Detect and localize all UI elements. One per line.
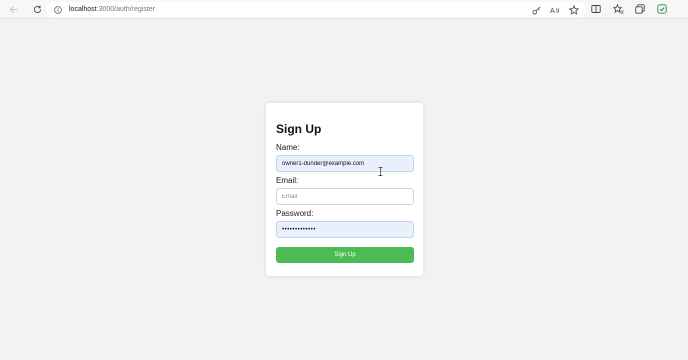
split-screen-icon[interactable] xyxy=(590,3,602,15)
url-path: :3000/auth/register xyxy=(96,6,156,13)
favorites-bar-icon[interactable] xyxy=(612,3,624,15)
text-cursor-icon xyxy=(378,163,383,176)
url-host: localhost xyxy=(69,6,97,13)
collections-icon[interactable] xyxy=(634,3,646,15)
read-aloud-icon[interactable]: A xyxy=(549,4,561,16)
favorite-icon[interactable] xyxy=(568,4,580,16)
name-label: Name: xyxy=(276,143,300,152)
refresh-icon[interactable] xyxy=(30,2,44,16)
page-title: Sign Up xyxy=(276,122,322,136)
password-label: Password: xyxy=(276,209,314,218)
browser-toolbar: localhost:3000/auth/register A xyxy=(0,0,688,19)
signup-card: Sign Up Name: Email: Password: Sign Up xyxy=(266,103,423,276)
back-icon[interactable] xyxy=(6,2,20,16)
info-icon[interactable] xyxy=(54,5,63,14)
browser-essentials-icon[interactable] xyxy=(656,3,668,15)
password-input[interactable] xyxy=(276,221,414,238)
key-icon[interactable] xyxy=(530,4,542,16)
email-label: Email: xyxy=(276,176,299,185)
svg-text:A: A xyxy=(550,6,555,15)
email-input[interactable] xyxy=(276,188,414,205)
name-input[interactable] xyxy=(276,155,414,172)
sign-up-button[interactable]: Sign Up xyxy=(276,247,414,263)
address-bar[interactable]: localhost:3000/auth/register A xyxy=(46,2,586,17)
